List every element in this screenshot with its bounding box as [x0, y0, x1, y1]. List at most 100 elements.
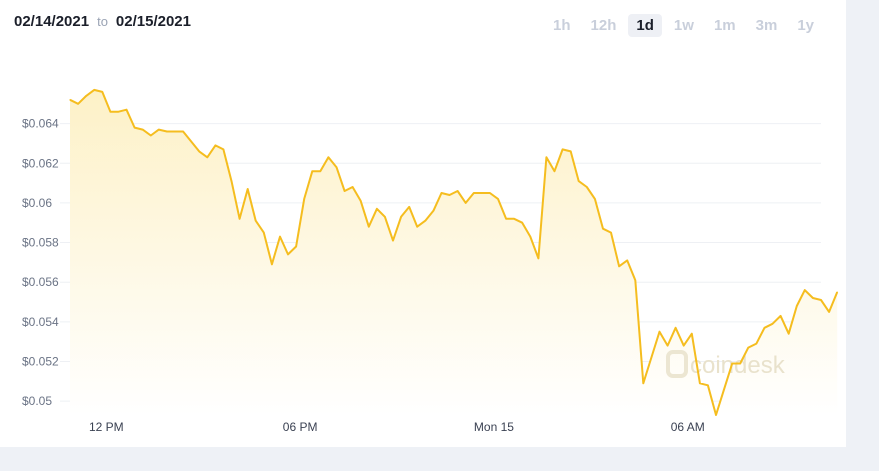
y-tick-label: $0.054	[22, 315, 59, 329]
price-point	[214, 144, 216, 146]
price-point	[780, 315, 782, 317]
price-point	[85, 95, 87, 97]
price-point	[287, 253, 289, 255]
price-point	[513, 218, 515, 220]
price-point	[650, 356, 653, 359]
price-point	[715, 414, 717, 416]
price-point	[150, 134, 152, 137]
price-point	[739, 362, 741, 365]
price-point	[473, 192, 475, 194]
price-point	[618, 265, 620, 267]
price-point	[796, 305, 798, 307]
price-point	[667, 345, 669, 347]
price-point	[311, 170, 313, 172]
price-point	[747, 347, 749, 349]
price-point	[553, 170, 556, 172]
y-axis: $0.05 $0.052 $0.054 $0.056 $0.058 $0.06 $0.062…	[22, 117, 59, 409]
price-point	[101, 91, 103, 93]
price-point	[489, 192, 491, 194]
price-point	[537, 257, 540, 259]
y-tick-label: $0.056	[22, 275, 59, 289]
y-tick-label: $0.064	[22, 117, 59, 131]
price-point	[481, 192, 483, 194]
price-point	[658, 331, 661, 333]
price-point	[683, 345, 685, 347]
price-point	[448, 194, 451, 196]
price-point	[303, 198, 305, 200]
price-point	[545, 156, 548, 158]
price-point	[117, 111, 120, 113]
price-point	[174, 130, 176, 133]
price-point	[158, 129, 160, 131]
x-tick-label: Mon 15	[474, 420, 514, 434]
price-point	[497, 198, 499, 200]
y-tick-label: $0.062	[22, 156, 59, 170]
price-point	[731, 362, 733, 365]
price-point	[828, 311, 830, 313]
price-point	[457, 190, 459, 192]
price-point	[93, 89, 95, 91]
price-point	[416, 226, 418, 228]
price-point	[271, 263, 273, 265]
x-tick-label: 06 PM	[283, 420, 318, 434]
price-point	[279, 236, 281, 238]
x-axis: 12 PM 06 PM Mon 15 06 AM	[89, 420, 705, 434]
price-point	[352, 186, 354, 188]
price-point	[707, 384, 709, 386]
price-point	[771, 323, 774, 325]
y-tick-label: $0.052	[22, 354, 59, 368]
price-point	[755, 343, 758, 345]
price-point	[723, 388, 725, 390]
price-point	[521, 222, 523, 224]
price-point	[222, 148, 224, 150]
price-point	[360, 200, 362, 202]
price-point	[432, 210, 434, 212]
price-point	[230, 180, 233, 182]
price-point	[206, 156, 208, 158]
page-footer-strip	[0, 447, 846, 471]
price-point	[440, 192, 443, 194]
price-point	[610, 232, 612, 234]
price-point	[109, 111, 111, 113]
price-point	[820, 299, 822, 301]
price-point	[408, 206, 410, 208]
price-point	[384, 216, 386, 218]
price-point	[190, 140, 192, 142]
price-point	[319, 170, 321, 172]
price-point	[142, 129, 144, 131]
price-point	[804, 289, 806, 291]
price-point	[69, 99, 71, 101]
price-point	[691, 333, 693, 335]
price-point	[376, 208, 378, 210]
price-point	[586, 186, 588, 188]
price-point	[166, 130, 168, 133]
price-point	[675, 327, 677, 329]
price-point	[763, 327, 766, 329]
price-point	[247, 188, 249, 190]
price-point	[263, 232, 265, 234]
price-point	[642, 382, 644, 384]
price-point	[327, 156, 329, 158]
price-point	[465, 202, 467, 204]
price-point	[578, 180, 580, 182]
price-point	[344, 190, 346, 192]
price-point	[788, 333, 790, 335]
watermark-text: coindesk	[690, 352, 786, 379]
price-point	[182, 130, 184, 133]
x-tick-label: 12 PM	[89, 420, 124, 434]
price-point	[255, 220, 257, 222]
price-point	[335, 166, 338, 168]
price-point	[392, 240, 394, 242]
price-point	[77, 103, 79, 105]
price-point	[505, 218, 507, 220]
y-tick-label: $0.06	[22, 196, 52, 210]
price-point	[400, 216, 402, 218]
coindesk-watermark: coindesk	[666, 350, 786, 379]
price-point	[125, 109, 128, 111]
price-point	[634, 279, 636, 281]
price-point	[626, 259, 628, 261]
price-point	[239, 218, 241, 220]
price-chart[interactable]: $0.05 $0.052 $0.054 $0.056 $0.058 $0.06 $0.062…	[0, 0, 846, 447]
price-point	[699, 382, 701, 384]
price-point	[368, 226, 370, 228]
